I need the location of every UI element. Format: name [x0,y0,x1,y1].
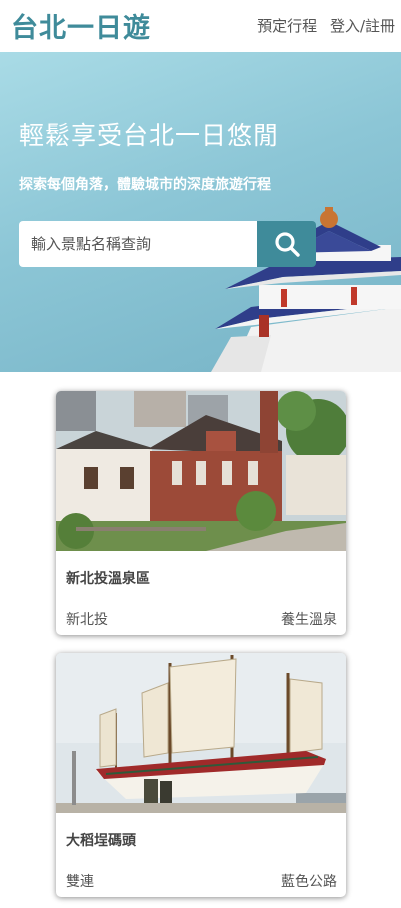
card-category: 養生溫泉 [281,612,337,628]
attraction-photo-beitou [56,391,346,551]
hero-subtitle: 探索每個角落，體驗城市的深度旅遊行程 [19,177,271,193]
card-category: 藍色公路 [281,874,337,890]
top-nav: 預定行程 登入/註冊 [249,15,395,36]
hero-title: 輕鬆享受台北一日悠閒 [19,121,280,150]
attraction-card[interactable]: 新北投溫泉區 新北投 養生溫泉 [56,391,346,635]
card-location: 新北投 [66,612,108,628]
search-button[interactable] [257,221,316,267]
search-icon [274,232,300,257]
search-input[interactable] [19,221,257,267]
search-bar [19,221,316,267]
card-location: 雙連 [66,874,94,890]
card-title: 新北投溫泉區 [66,571,150,587]
site-logo[interactable]: 台北一日遊 [11,6,151,45]
hero-banner: 輕鬆享受台北一日悠閒 探索每個角落，體驗城市的深度旅遊行程 [0,52,401,372]
card-title: 大稻埕碼頭 [66,833,136,849]
nav-login-link[interactable]: 登入/註冊 [330,17,395,35]
nav-booking-link[interactable]: 預定行程 [257,17,317,35]
attraction-card[interactable]: 大稻埕碼頭 雙連 藍色公路 [56,653,346,897]
attraction-photo-dadaocheng [56,653,346,813]
header: 台北一日遊 預定行程 登入/註冊 [0,0,401,52]
